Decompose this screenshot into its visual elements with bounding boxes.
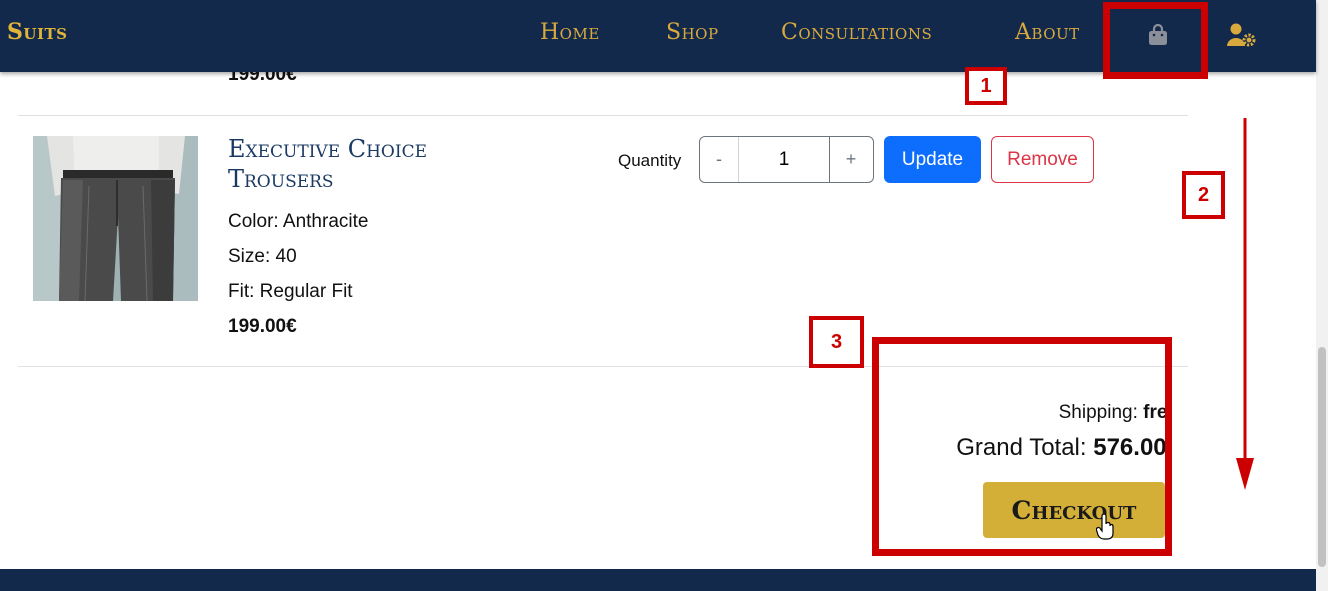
remove-button[interactable]: Remove bbox=[991, 136, 1094, 183]
annotation-label-2: 2 bbox=[1182, 171, 1225, 219]
annotation-label-1: 1 bbox=[965, 67, 1007, 105]
scrollbar[interactable] bbox=[1316, 0, 1328, 591]
product-fit: Fit: Regular Fit bbox=[228, 281, 353, 302]
update-button[interactable]: Update bbox=[884, 136, 981, 183]
quantity-label: Quantity bbox=[618, 151, 682, 170]
footer bbox=[0, 569, 1316, 591]
nav-consultations[interactable]: Consultations bbox=[781, 20, 932, 45]
user-gear-icon[interactable] bbox=[1226, 22, 1258, 48]
nav-about[interactable]: About bbox=[1015, 20, 1080, 45]
quantity-input[interactable] bbox=[738, 137, 830, 182]
annotation-box-3 bbox=[872, 337, 1172, 556]
quantity-stepper: - + bbox=[699, 136, 874, 183]
product-color: Color: Anthracite bbox=[228, 211, 369, 232]
scroll-down-arrow-icon bbox=[1236, 118, 1254, 490]
product-size: Size: 40 bbox=[228, 246, 297, 267]
annotation-box-1 bbox=[1103, 2, 1208, 79]
divider bbox=[18, 115, 1188, 116]
increment-button[interactable]: + bbox=[830, 137, 872, 182]
scrollbar-thumb[interactable] bbox=[1318, 347, 1326, 567]
product-price: 199.00€ bbox=[228, 316, 297, 337]
product-name[interactable]: Executive Choice Trousers bbox=[228, 134, 488, 194]
nav-shop[interactable]: Shop bbox=[666, 20, 719, 45]
nav-home[interactable]: Home bbox=[540, 20, 600, 45]
product-image[interactable] bbox=[33, 136, 198, 302]
annotation-label-3: 3 bbox=[809, 316, 864, 368]
brand-logo[interactable]: Suits bbox=[7, 19, 67, 45]
decrement-button[interactable]: - bbox=[700, 137, 738, 182]
hand-pointer-icon bbox=[1096, 514, 1114, 540]
